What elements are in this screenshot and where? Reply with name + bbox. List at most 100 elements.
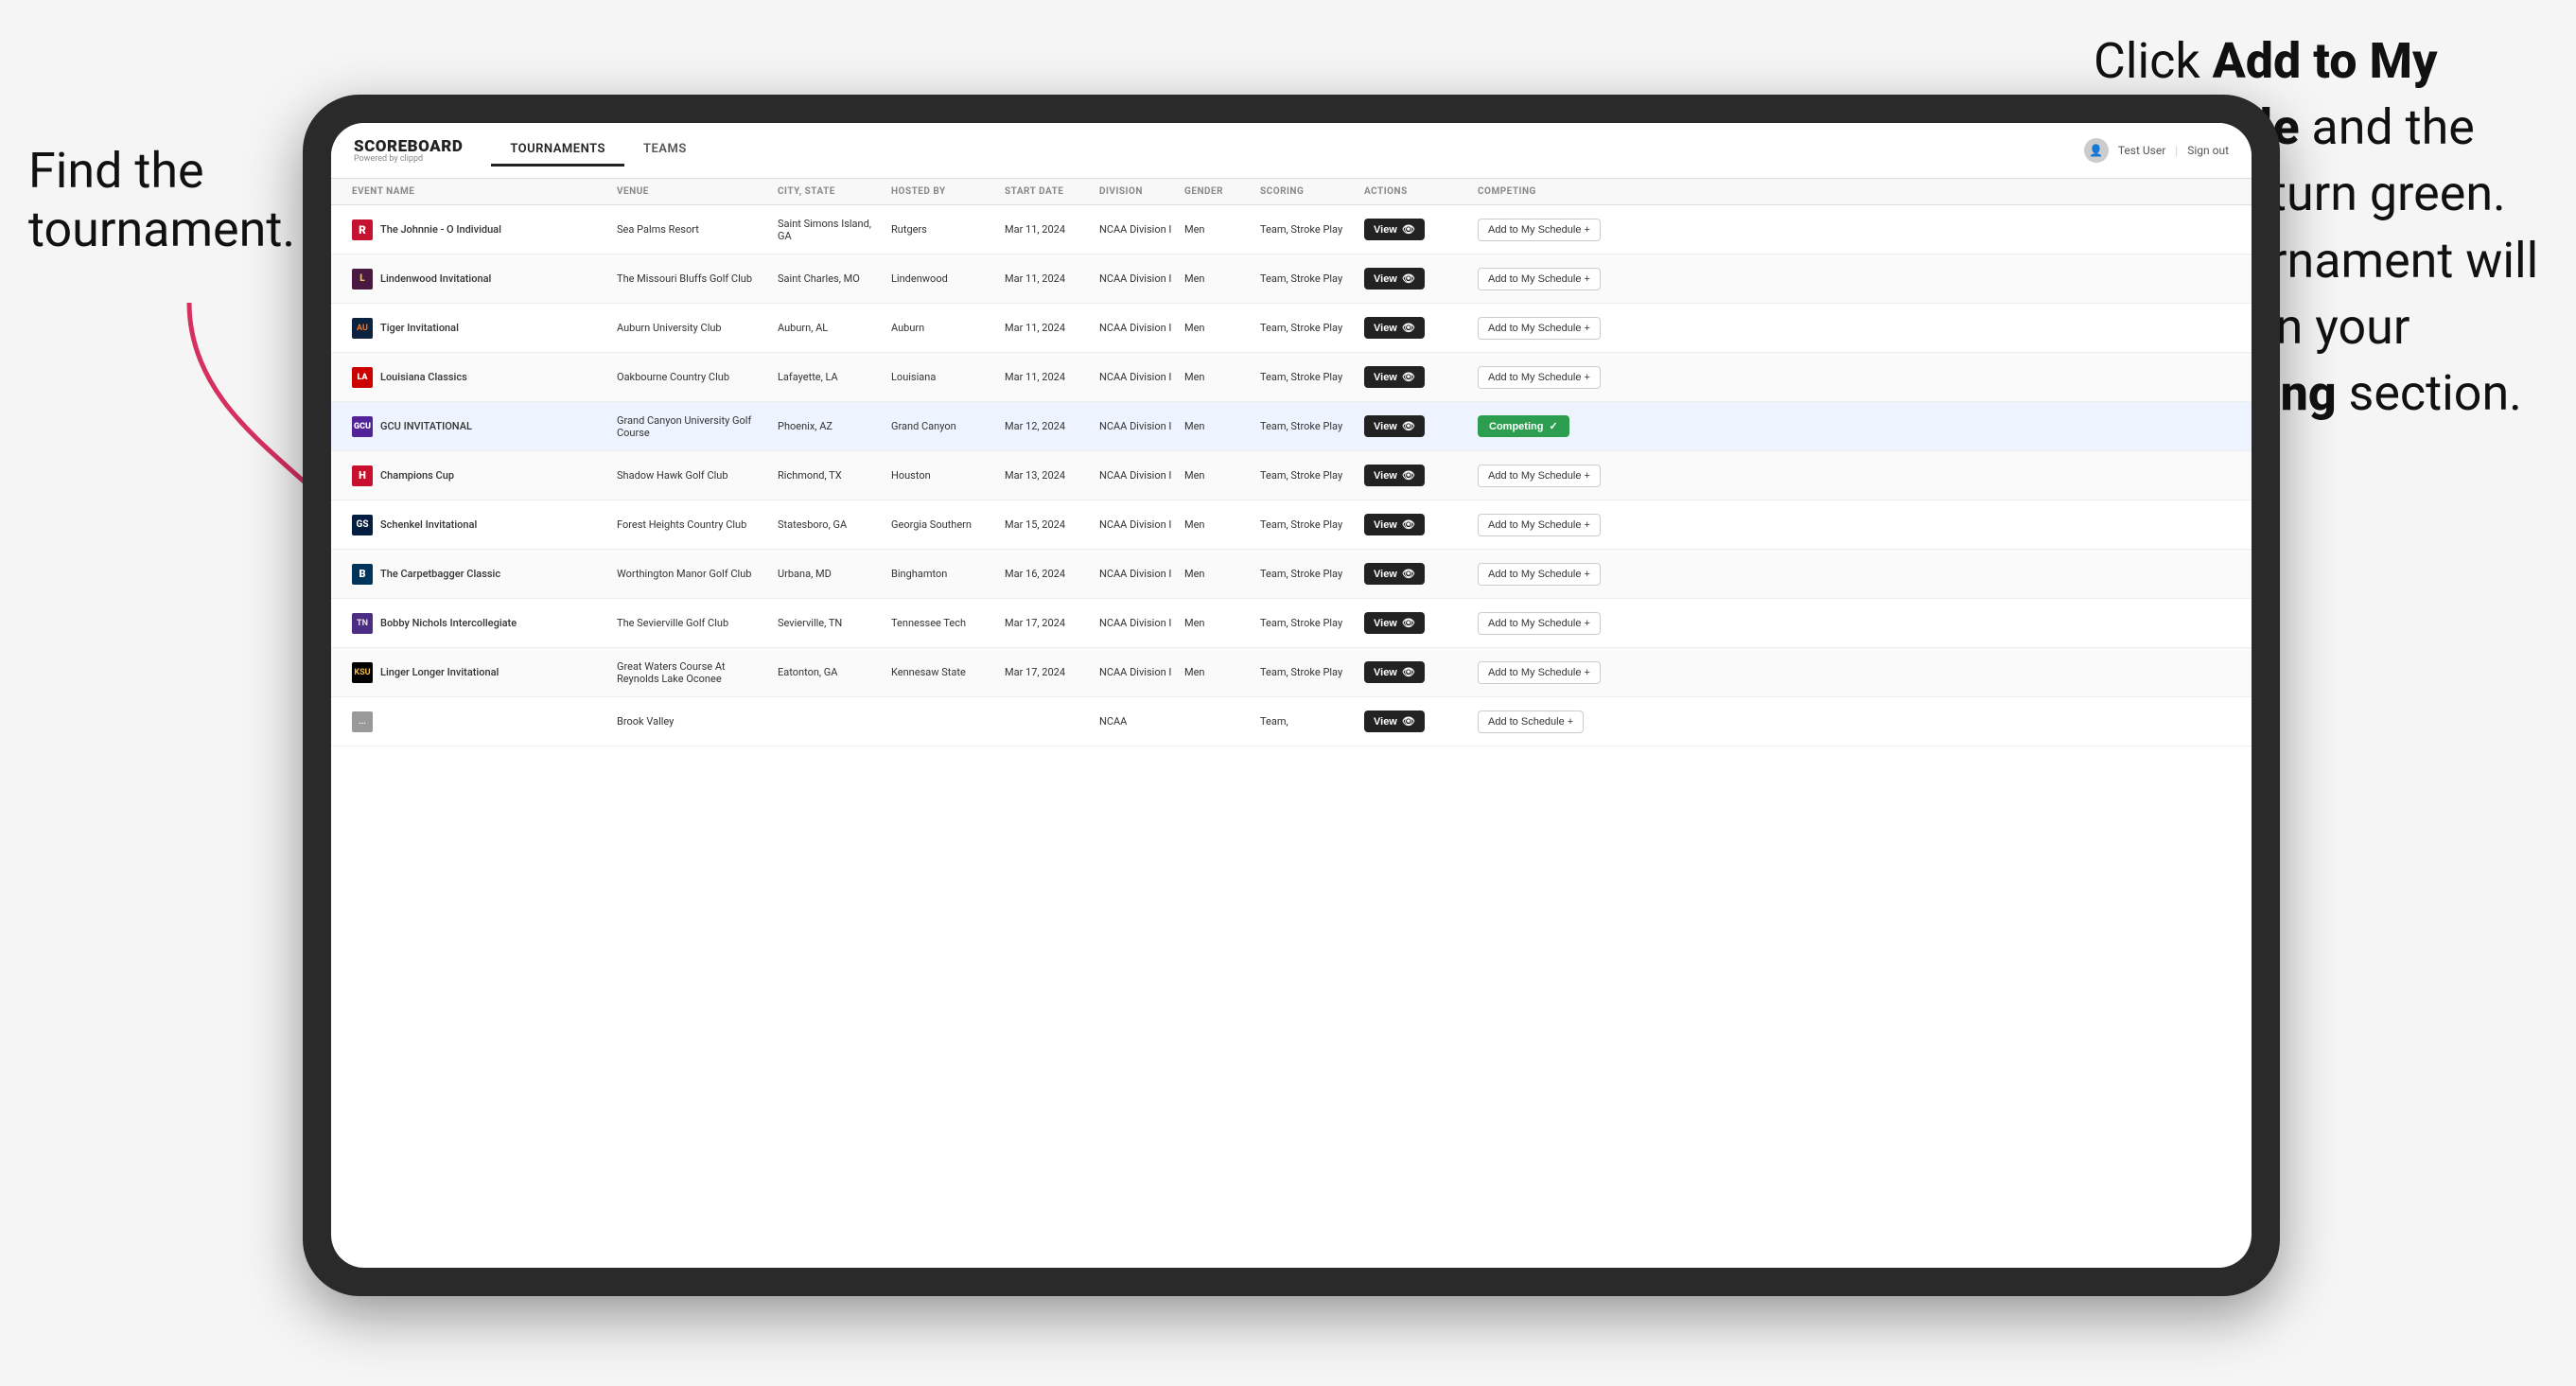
city-state-cell: Eatonton, GA — [772, 658, 885, 686]
add-to-schedule-button[interactable]: Add to My Schedule + — [1478, 219, 1601, 241]
event-name-cell: KSU Linger Longer Invitational — [346, 655, 611, 691]
col-gender: GENDER — [1179, 179, 1254, 204]
hosted-by-cell — [885, 714, 999, 729]
view-eye-icon: 👁 — [1402, 518, 1415, 531]
event-name-cell: L Lindenwood Invitational — [346, 261, 611, 297]
annotation-left: Find thetournament. — [28, 142, 293, 260]
event-name: Champions Cup — [380, 469, 454, 482]
team-logo: H — [352, 465, 373, 486]
division-cell: NCAA Division I — [1094, 412, 1179, 440]
city-state-cell: Phoenix, AZ — [772, 412, 885, 440]
gender-cell: Men — [1179, 363, 1254, 391]
add-to-schedule-button[interactable]: Add to My Schedule + — [1478, 268, 1601, 290]
event-name-cell: GS Schenkel Invitational — [346, 507, 611, 543]
team-logo: R — [352, 219, 373, 240]
gender-cell — [1179, 714, 1254, 729]
view-eye-icon: 👁 — [1402, 715, 1415, 728]
venue-cell: The Missouri Bluffs Golf Club — [611, 265, 772, 292]
view-button[interactable]: View 👁 — [1364, 366, 1425, 388]
competing-cell: Add to My Schedule + — [1472, 555, 1642, 593]
view-button[interactable]: View 👁 — [1364, 612, 1425, 634]
add-to-schedule-button[interactable]: Add to My Schedule + — [1478, 612, 1601, 635]
hosted-by-cell: Kennesaw State — [885, 658, 999, 686]
view-button[interactable]: View 👁 — [1364, 465, 1425, 486]
event-name-cell: LA Louisiana Classics — [346, 360, 611, 395]
table-row: LA Louisiana Classics Oakbourne Country … — [331, 353, 2252, 402]
actions-cell: View 👁 — [1358, 260, 1472, 297]
view-eye-icon: 👁 — [1402, 617, 1415, 629]
gender-cell: Men — [1179, 216, 1254, 243]
view-button[interactable]: View 👁 — [1364, 563, 1425, 585]
competing-cell: Add to My Schedule + — [1472, 359, 1642, 396]
venue-cell: The Sevierville Golf Club — [611, 609, 772, 637]
table-container: EVENT NAME VENUE CITY, STATE HOSTED BY S… — [331, 179, 2252, 1268]
table-row: GS Schenkel Invitational Forest Heights … — [331, 500, 2252, 550]
competing-cell: Add to My Schedule + — [1472, 654, 1642, 692]
competing-cell: Add to My Schedule + — [1472, 506, 1642, 544]
tab-teams[interactable]: TEAMS — [624, 134, 706, 167]
venue-cell: Sea Palms Resort — [611, 216, 772, 243]
event-name: Tiger Invitational — [380, 322, 459, 334]
tab-tournaments[interactable]: TOURNAMENTS — [491, 134, 624, 167]
col-venue: VENUE — [611, 179, 772, 204]
division-cell: NCAA Division I — [1094, 658, 1179, 686]
division-cell: NCAA Division I — [1094, 363, 1179, 391]
competing-button[interactable]: Competing ✓ — [1478, 415, 1569, 437]
view-button[interactable]: View 👁 — [1364, 711, 1425, 732]
event-name: Schenkel Invitational — [380, 518, 477, 531]
view-button[interactable]: View 👁 — [1364, 317, 1425, 339]
division-cell: NCAA Division I — [1094, 314, 1179, 342]
team-logo: AU — [352, 318, 373, 339]
add-to-schedule-button[interactable]: Add to My Schedule + — [1478, 563, 1601, 586]
city-state-cell: Sevierville, TN — [772, 609, 885, 637]
event-name-cell: B The Carpetbagger Classic — [346, 556, 611, 592]
add-to-schedule-button[interactable]: Add to Schedule + — [1478, 711, 1584, 733]
competing-cell: Competing ✓ — [1472, 408, 1642, 445]
actions-cell: View 👁 — [1358, 703, 1472, 740]
actions-cell: View 👁 — [1358, 555, 1472, 592]
view-eye-icon: 👁 — [1402, 272, 1415, 285]
city-state-cell: Saint Charles, MO — [772, 265, 885, 292]
scoring-cell: Team, — [1254, 708, 1358, 735]
view-button[interactable]: View 👁 — [1364, 219, 1425, 240]
table-row: R The Johnnie - O Individual Sea Palms R… — [331, 205, 2252, 254]
scoring-cell: Team, Stroke Play — [1254, 462, 1358, 489]
scoring-cell: Team, Stroke Play — [1254, 216, 1358, 243]
city-state-cell: Auburn, AL — [772, 314, 885, 342]
event-name: Bobby Nichols Intercollegiate — [380, 617, 517, 629]
venue-cell: Shadow Hawk Golf Club — [611, 462, 772, 489]
col-competing: COMPETING — [1472, 179, 1642, 204]
top-bar: SCOREBOARD Powered by clippd TOURNAMENTS… — [331, 123, 2252, 179]
add-to-schedule-button[interactable]: Add to My Schedule + — [1478, 465, 1601, 487]
add-to-schedule-button[interactable]: Add to My Schedule + — [1478, 661, 1601, 684]
user-avatar: 👤 — [2084, 138, 2109, 163]
view-button[interactable]: View 👁 — [1364, 661, 1425, 683]
event-name: Linger Longer Invitational — [380, 666, 499, 678]
view-button[interactable]: View 👁 — [1364, 514, 1425, 535]
event-name: The Johnnie - O Individual — [380, 223, 501, 236]
start-date-cell — [999, 714, 1094, 729]
view-eye-icon: 👁 — [1402, 469, 1415, 482]
hosted-by-cell: Georgia Southern — [885, 511, 999, 538]
separator: | — [2175, 144, 2178, 157]
col-scoring: SCORING — [1254, 179, 1358, 204]
table-row: AU Tiger Invitational Auburn University … — [331, 304, 2252, 353]
add-to-schedule-button[interactable]: Add to My Schedule + — [1478, 366, 1601, 389]
competing-cell: Add to My Schedule + — [1472, 211, 1642, 249]
sign-out-link[interactable]: Sign out — [2187, 144, 2229, 157]
add-to-schedule-button[interactable]: Add to My Schedule + — [1478, 317, 1601, 340]
event-name: GCU INVITATIONAL — [380, 420, 472, 432]
gender-cell: Men — [1179, 462, 1254, 489]
start-date-cell: Mar 11, 2024 — [999, 314, 1094, 342]
table-row: B The Carpetbagger Classic Worthington M… — [331, 550, 2252, 599]
table-row: L Lindenwood Invitational The Missouri B… — [331, 254, 2252, 304]
view-button[interactable]: View 👁 — [1364, 268, 1425, 289]
view-eye-icon: 👁 — [1402, 568, 1415, 580]
scoring-cell: Team, Stroke Play — [1254, 609, 1358, 637]
gender-cell: Men — [1179, 560, 1254, 588]
city-state-cell: Statesboro, GA — [772, 511, 885, 538]
view-button[interactable]: View 👁 — [1364, 415, 1425, 437]
division-cell: NCAA Division I — [1094, 609, 1179, 637]
add-to-schedule-button[interactable]: Add to My Schedule + — [1478, 514, 1601, 536]
table-header: EVENT NAME VENUE CITY, STATE HOSTED BY S… — [331, 179, 2252, 205]
